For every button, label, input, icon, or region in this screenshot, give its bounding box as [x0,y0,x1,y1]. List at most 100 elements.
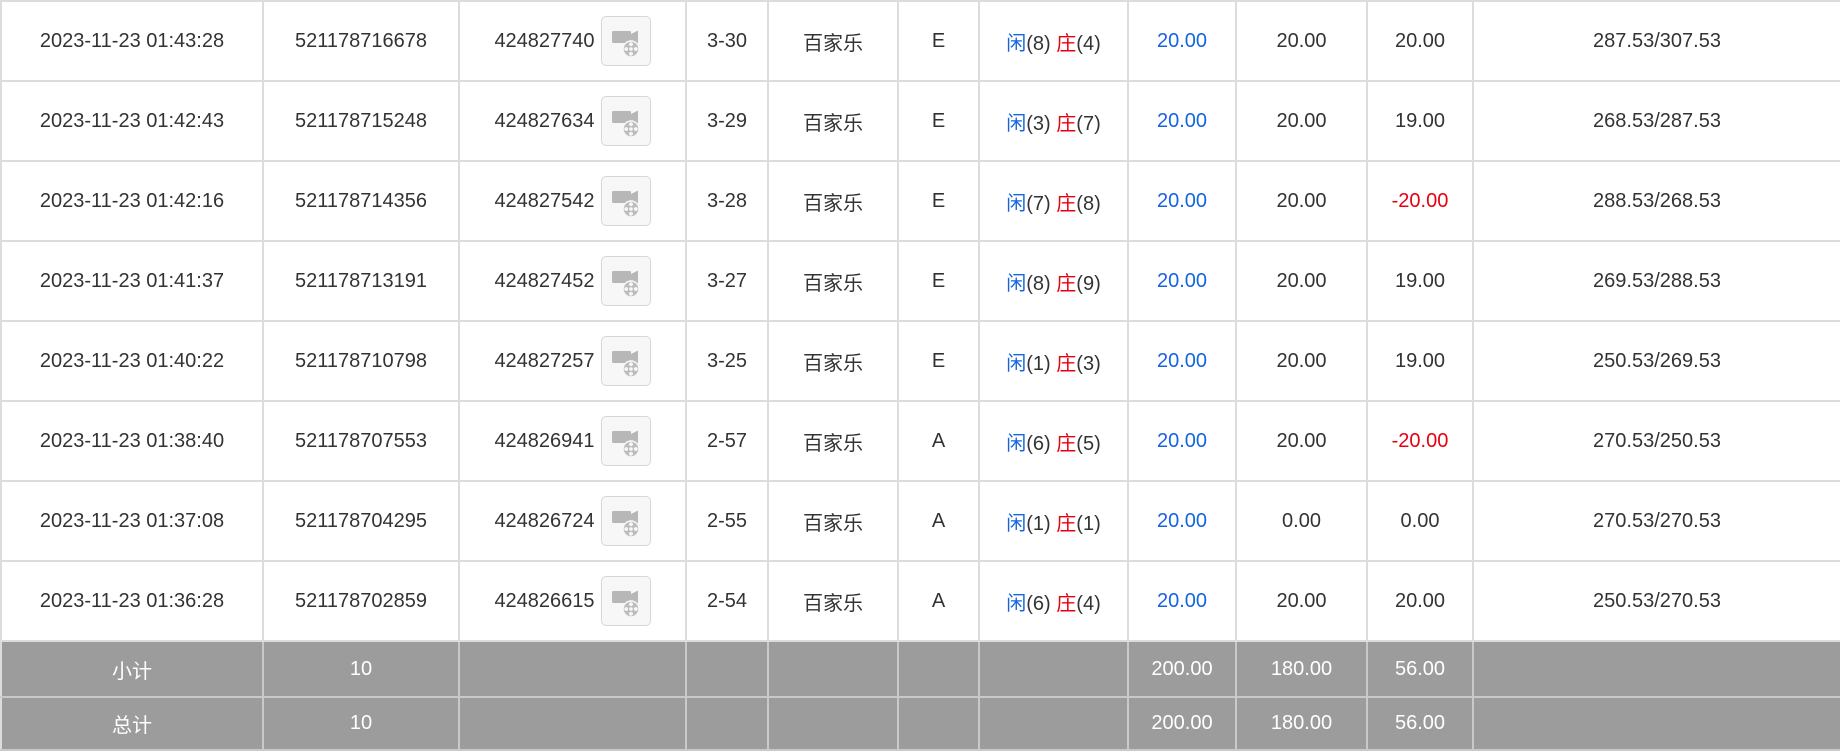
game-name: 百家乐 [803,192,863,215]
table-number: 2-55 [706,509,748,532]
valid-bet: 0.00 [1282,509,1321,532]
round-id-cell: 424827542 [459,161,687,242]
summary-valid-bet: 180.00 [1270,657,1333,680]
balance-cell: 250.53/269.53 [1473,321,1840,402]
win-loss: -20.00 [1391,189,1449,212]
round-id-cell: 424826941 [459,401,687,482]
round-id-cell: 424826615 [459,561,687,642]
subtotal-row: 小计 10 200.00 180.00 56.00 [0,641,1840,698]
order-number: 521178713191 [295,269,427,292]
game-cell: 百家乐 [768,401,899,482]
bet-type: E [931,349,946,372]
table-row[interactable]: 2023-11-23 01:43:28 521178716678 4248277… [0,0,1840,82]
video-replay-button[interactable] [600,416,651,466]
summary-label: 小计 [112,660,152,683]
valid-bet: 20.00 [1276,429,1327,452]
table-row[interactable]: 2023-11-23 01:41:37 521178713191 4248274… [0,241,1840,322]
result-cell: 闲(8) 庄(4) [979,0,1129,82]
round-id-wrap: 424827740 [494,16,651,66]
banker-points: (5) [1076,432,1101,455]
win-loss-cell: 19.00 [1367,81,1474,162]
win-loss-cell: 0.00 [1367,481,1474,562]
bet-amount-cell: 20.00 [1128,321,1237,402]
result-cell: 闲(7) 庄(8) [979,161,1129,242]
bet-type: E [931,189,946,212]
win-loss: 20.00 [1394,589,1446,612]
video-replay-button[interactable] [600,176,651,226]
win-loss: 19.00 [1394,109,1446,132]
valid-bet: 20.00 [1276,589,1327,612]
table-number: 2-54 [706,589,748,612]
summary-empty-cell [686,641,769,698]
player-label: 闲 [1006,512,1027,535]
summary-label-cell: 总计 [0,697,264,751]
summary-valid-bet-cell: 180.00 [1236,697,1368,751]
summary-count: 10 [349,657,373,680]
player-points: (8) [1026,32,1051,55]
banker-points: (9) [1076,272,1101,295]
bet-time-cell: 2023-11-23 01:43:28 [0,0,264,82]
game-cell: 百家乐 [768,561,899,642]
banker-points: (4) [1076,32,1101,55]
result-cell: 闲(6) 庄(5) [979,401,1129,482]
video-replay-button[interactable] [600,576,651,626]
win-loss: 19.00 [1394,269,1446,292]
table-row[interactable]: 2023-11-23 01:36:28 521178702859 4248266… [0,561,1840,642]
bet-time-cell: 2023-11-23 01:40:22 [0,321,264,402]
valid-bet: 20.00 [1276,189,1327,212]
bet-time-cell: 2023-11-23 01:41:37 [0,241,264,322]
win-loss-cell: 19.00 [1367,321,1474,402]
video-replay-button[interactable] [600,336,651,386]
total-row: 总计 10 200.00 180.00 56.00 [0,697,1840,751]
order-no-cell: 521178710798 [263,321,460,402]
valid-bet-cell: 20.00 [1236,561,1368,642]
video-replay-button[interactable] [600,16,651,66]
bet-amount: 20.00 [1156,189,1208,212]
banker-label: 庄 [1056,592,1077,615]
banker-points: (4) [1076,592,1101,615]
summary-count: 10 [349,712,373,734]
table-row[interactable]: 2023-11-23 01:42:16 521178714356 4248275… [0,161,1840,242]
game-name: 百家乐 [803,112,863,135]
banker-points: (7) [1076,112,1101,135]
round-id-cell: 424827257 [459,321,687,402]
video-replay-button[interactable] [600,96,651,146]
round-id-wrap: 424827257 [494,336,651,386]
order-number: 521178702859 [295,589,427,612]
table-row[interactable]: 2023-11-23 01:37:08 521178704295 4248267… [0,481,1840,562]
video-replay-icon [611,190,640,218]
summary-count-cell: 10 [263,641,460,698]
bet-time-cell: 2023-11-23 01:42:43 [0,81,264,162]
table-no-cell: 3-28 [686,161,769,242]
valid-bet: 20.00 [1276,349,1327,372]
table-number: 2-57 [706,429,748,452]
balance-before-after: 270.53/270.53 [1593,509,1721,532]
valid-bet: 20.00 [1276,109,1327,132]
win-loss-cell: -20.00 [1367,401,1474,482]
summary-win-loss: 56.00 [1394,712,1446,734]
balance-cell: 288.53/268.53 [1473,161,1840,242]
game-cell: 百家乐 [768,0,899,82]
balance-cell: 287.53/307.53 [1473,0,1840,82]
video-replay-button[interactable] [600,256,651,306]
bet-amount-cell: 20.00 [1128,481,1237,562]
game-name: 百家乐 [803,592,863,615]
order-number: 521178714356 [295,189,427,212]
order-no-cell: 521178704295 [263,481,460,562]
result-cell: 闲(3) 庄(7) [979,81,1129,162]
summary-bet-amount-cell: 200.00 [1128,641,1237,698]
round-id-wrap: 424826941 [494,416,651,466]
bet-amount: 20.00 [1156,509,1208,532]
win-loss: -20.00 [1391,429,1449,452]
table-row[interactable]: 2023-11-23 01:42:43 521178715248 4248276… [0,81,1840,162]
table-row[interactable]: 2023-11-23 01:38:40 521178707553 4248269… [0,401,1840,482]
video-replay-button[interactable] [600,496,651,546]
bet-type: A [931,429,946,452]
table-row[interactable]: 2023-11-23 01:40:22 521178710798 4248272… [0,321,1840,402]
banker-label: 庄 [1056,272,1077,295]
banker-label: 庄 [1056,32,1077,55]
balance-before-after: 250.53/270.53 [1593,589,1721,612]
result-cell: 闲(6) 庄(4) [979,561,1129,642]
order-number: 521178710798 [295,349,427,372]
summary-win-loss-cell: 56.00 [1367,641,1474,698]
